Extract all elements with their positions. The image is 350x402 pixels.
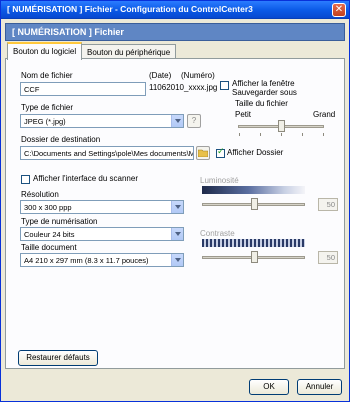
window-title: [ NUMÉRISATION ] Fichier - Configuration… [7, 4, 253, 14]
destination-input[interactable]: C:\Documents and Settings\pole\Mes docum… [20, 146, 194, 160]
show-saveas-label-1: Afficher la fenêtre [232, 79, 295, 88]
show-saveas-checkbox[interactable] [220, 81, 229, 90]
slider-tick [239, 133, 240, 136]
file-name-input[interactable]: CCF [20, 82, 146, 96]
folder-icon [197, 149, 209, 158]
doc-size-label: Taille document [21, 243, 77, 252]
doc-size-value: A4 210 x 297 mm (8.3 x 11.7 pouces) [24, 256, 149, 265]
contrast-label: Contraste [200, 229, 235, 238]
file-name-label: Nom de fichier [21, 71, 73, 80]
chevron-down-icon [171, 201, 183, 213]
file-size-large-label: Grand [313, 110, 336, 119]
show-saveas-label-2: Sauvegarder sous [232, 88, 297, 97]
slider-tick [323, 133, 324, 136]
title-bar[interactable]: [ NUMÉRISATION ] Fichier - Configuration… [1, 1, 349, 19]
tab-label: Bouton du logiciel [13, 47, 77, 56]
resolution-label: Résolution [21, 190, 59, 199]
browse-button[interactable] [196, 146, 210, 160]
tab-panel: Nom de fichier CCF (Date) (Numéro) 11062… [5, 58, 345, 369]
destination-label: Dossier de destination [21, 135, 101, 144]
show-scanner-interface-label: Afficher l'interface du scanner [33, 174, 138, 183]
file-type-label: Type de fichier [21, 103, 74, 112]
resolution-select[interactable]: 300 x 300 ppp [20, 200, 184, 214]
brightness-gradient [202, 186, 305, 194]
cancel-label: Annuler [305, 382, 334, 391]
tab-label: Bouton du périphérique [87, 48, 171, 57]
number-label: (Numéro) [181, 71, 215, 80]
close-icon: ✕ [334, 4, 344, 15]
cancel-button[interactable]: Annuler [297, 379, 342, 395]
doc-size-select[interactable]: A4 210 x 297 mm (8.3 x 11.7 pouces) [20, 253, 184, 267]
scan-type-value: Couleur 24 bits [24, 230, 75, 239]
brightness-value: 50 [318, 198, 338, 211]
dialog-window: [ NUMÉRISATION ] Fichier - Configuration… [0, 0, 350, 402]
file-type-select[interactable]: JPEG (*.jpg) [20, 114, 184, 128]
brightness-label: Luminosité [200, 176, 239, 185]
close-button[interactable]: ✕ [332, 3, 346, 17]
help-button[interactable]: ? [187, 114, 201, 128]
ok-button[interactable]: OK [249, 379, 289, 395]
file-size-small-label: Petit [235, 110, 252, 119]
scan-type-label: Type de numérisation [21, 217, 98, 226]
scan-type-select[interactable]: Couleur 24 bits [20, 227, 184, 241]
section-title: [ NUMÉRISATION ] Fichier [12, 27, 124, 37]
file-size-label: Taille du fichier [235, 99, 288, 108]
slider-tick [302, 133, 303, 136]
section-header: [ NUMÉRISATION ] Fichier [5, 23, 345, 41]
show-folder-label: Afficher Dossier [227, 148, 284, 157]
tab-software-button[interactable]: Bouton du logiciel [7, 42, 83, 60]
question-icon: ? [191, 116, 197, 125]
slider-tick [260, 133, 261, 136]
chevron-down-icon [171, 254, 183, 266]
chevron-down-icon [171, 115, 183, 127]
contrast-slider-thumb [250, 251, 258, 263]
file-size-slider-thumb[interactable] [278, 120, 285, 132]
slider-tick [281, 133, 282, 136]
restore-defaults-button[interactable]: Restaurer défauts [18, 350, 98, 366]
file-name-preview: 11062010_xxxx.jpg [149, 83, 218, 92]
contrast-value: 50 [318, 251, 338, 264]
show-folder-checkbox[interactable] [216, 147, 225, 158]
file-type-value: JPEG (*.jpg) [24, 117, 66, 126]
chevron-down-icon [171, 228, 183, 240]
show-scanner-interface-checkbox[interactable] [21, 175, 30, 184]
brightness-slider-thumb [250, 198, 258, 210]
restore-defaults-label: Restaurer défauts [26, 353, 90, 362]
contrast-pattern [202, 239, 305, 247]
date-label: (Date) [149, 71, 172, 80]
ok-label: OK [263, 382, 275, 391]
resolution-value: 300 x 300 ppp [24, 203, 72, 212]
